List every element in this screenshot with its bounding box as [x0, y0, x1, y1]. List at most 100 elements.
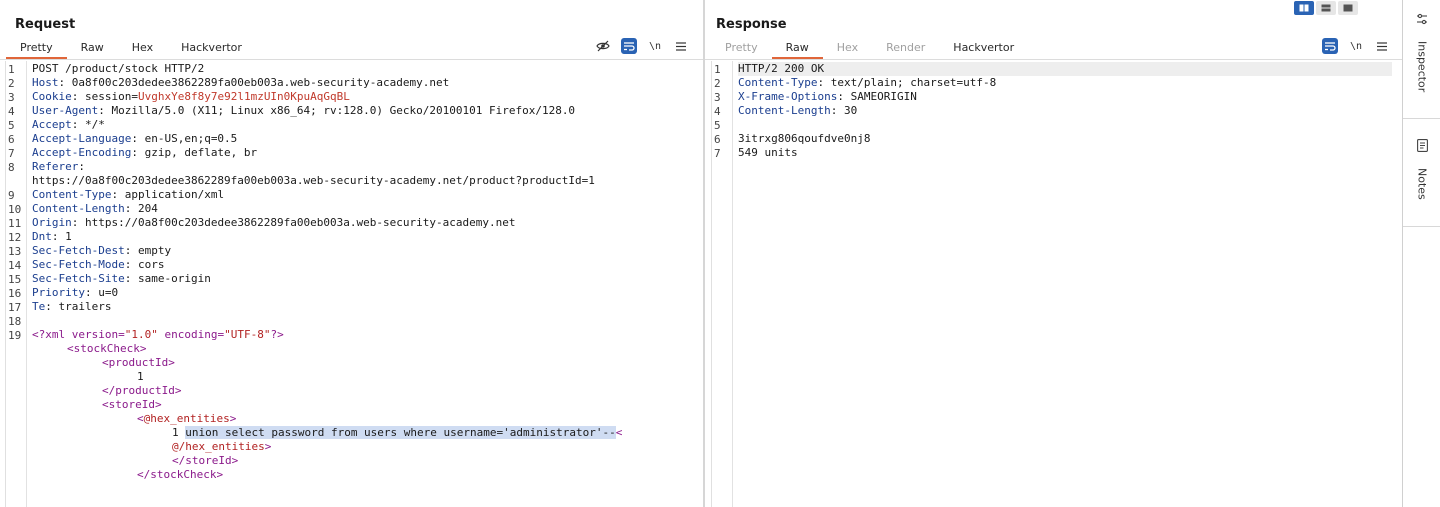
tab-pretty[interactable]: Pretty: [711, 38, 772, 59]
current-line-highlight: [738, 62, 1392, 76]
header-key: Sec-Fetch-Dest: [32, 244, 125, 257]
tab-render[interactable]: Render: [872, 38, 939, 59]
line-number: 9: [8, 189, 15, 202]
newline-toggle[interactable]: \n: [647, 38, 663, 54]
response-editor[interactable]: 1 2 3 4 5 6 7 HTTP/2 200 OK Content-Type…: [711, 61, 1402, 507]
header-key: Cookie: [32, 90, 72, 103]
header-key: Accept-Encoding: [32, 146, 132, 159]
gutter-divider: [26, 61, 27, 507]
tab-hackvertor[interactable]: Hackvertor: [167, 38, 256, 59]
header-line: Content-Length: 204: [32, 202, 158, 216]
request-pane: Request Pretty Raw Hex Hackvertor \n 1 2…: [0, 0, 703, 507]
header-key: X-Frame-Options: [738, 90, 838, 103]
xml-punct: <: [137, 412, 144, 425]
tab-hex[interactable]: Hex: [118, 38, 167, 59]
eye-slash-icon[interactable]: [595, 38, 611, 54]
line-number: 15: [8, 273, 22, 286]
line-number: 5: [714, 119, 721, 132]
request-title: Request: [15, 17, 76, 32]
tab-divider: [0, 59, 703, 60]
response-pane: Response Pretty Raw Hex Render Hackverto…: [705, 0, 1402, 507]
header-line: Content-Type: text/plain; charset=utf-8: [738, 76, 996, 90]
tab-raw[interactable]: Raw: [771, 38, 823, 59]
header-key: Content-Type: [32, 188, 112, 201]
body-text: 549 units: [738, 146, 798, 159]
body-text: 3itrxg806qoufdve0nj8: [738, 132, 871, 145]
header-value: : 204: [124, 202, 158, 215]
xml-punct: >: [139, 342, 147, 355]
sidebar-item-inspector[interactable]: Inspector: [1403, 10, 1440, 92]
header-value: : text/plain; charset=utf-8: [817, 76, 997, 89]
header-value: : session=: [71, 90, 138, 103]
newline-toggle[interactable]: \n: [1348, 38, 1364, 54]
header-key: Accept: [32, 118, 72, 131]
wrap-icon[interactable]: [621, 38, 637, 54]
request-editor[interactable]: 1 2 3 4 5 6 7 8 9 10 11 12 13 14 15 16 1…: [5, 61, 703, 507]
header-value: https://0a8f00c203dedee3862289fa00eb003a…: [32, 174, 595, 187]
line-number: 17: [8, 301, 22, 314]
header-line: Content-Type: application/xml: [32, 188, 224, 202]
request-line-text: POST /product/stock HTTP/2: [32, 62, 205, 75]
header-key: Dnt: [32, 230, 52, 243]
single-icon[interactable]: [1338, 1, 1358, 15]
layout-switch: [1294, 1, 1358, 15]
sidebar-item-label: Inspector: [1415, 41, 1429, 93]
xml-tag-name: @/hex_entities: [172, 440, 265, 453]
gutter-divider: [732, 61, 733, 507]
tab-pretty[interactable]: Pretty: [6, 38, 67, 59]
xml-line: </storeId>: [172, 454, 238, 468]
tab-hackvertor[interactable]: Hackvertor: [939, 38, 1028, 59]
menu-icon[interactable]: [1374, 38, 1390, 54]
line-number: 13: [8, 245, 22, 258]
side-by-side-icon[interactable]: [1294, 1, 1314, 15]
xml-punct: <: [67, 342, 74, 355]
header-line: Cookie: session=UvghxYe8f8y7e92l1mzUIn0K…: [32, 90, 350, 104]
xml-tag-name: stockCheck: [73, 342, 140, 355]
xml-line: <@hex_entities>: [137, 412, 236, 426]
response-title: Response: [716, 17, 787, 32]
header-value: : Mozilla/5.0 (X11; Linux x86_64; rv:128…: [98, 104, 576, 117]
stacked-icon[interactable]: [1316, 1, 1336, 15]
header-key: Content-Length: [738, 104, 831, 117]
wrap-icon[interactable]: [1322, 38, 1338, 54]
line-number: 7: [714, 147, 721, 160]
header-value: : en-US,en;q=0.5: [131, 132, 238, 145]
xml-text: 1: [172, 426, 186, 439]
xml-tag-name: xml: [45, 328, 66, 341]
line-number: 1: [714, 63, 721, 76]
header-line: Sec-Fetch-Site: same-origin: [32, 272, 211, 286]
xml-line: </productId>: [102, 384, 181, 398]
header-key: Origin: [32, 216, 72, 229]
xml-punct: <: [615, 426, 623, 439]
xml-punct: <?: [32, 328, 46, 341]
line-number: 3: [714, 91, 721, 104]
xml-declaration: <?xml version="1.0" encoding="UTF-8"?>: [32, 328, 284, 342]
line-number: 14: [8, 259, 22, 272]
status-line-text: HTTP/2 200 OK: [738, 62, 825, 75]
right-sidebar: Inspector Notes: [1402, 0, 1440, 507]
header-value: : SAMEORIGIN: [837, 90, 917, 103]
line-number: 11: [8, 217, 22, 230]
note-icon: [1416, 137, 1428, 156]
header-value: : 30: [830, 104, 858, 117]
xml-punct: >: [216, 468, 224, 481]
header-line: Accept-Language: en-US,en;q=0.5: [32, 132, 237, 146]
header-value: : https://0a8f00c203dedee3862289fa00eb00…: [71, 216, 516, 229]
xml-string: "UTF-8": [224, 328, 271, 341]
sidebar-divider: [1403, 118, 1440, 119]
line-number: 6: [8, 133, 15, 146]
header-line: Sec-Fetch-Dest: empty: [32, 244, 171, 258]
header-key: Host: [32, 76, 59, 89]
xml-punct: >: [174, 384, 182, 397]
header-line: Sec-Fetch-Mode: cors: [32, 258, 164, 272]
menu-icon[interactable]: [673, 38, 689, 54]
tab-raw[interactable]: Raw: [67, 38, 118, 59]
header-value: :: [78, 160, 85, 173]
line-number: 10: [8, 203, 22, 216]
line-number: 3: [8, 91, 15, 104]
xml-punct: <: [102, 356, 109, 369]
sidebar-item-notes[interactable]: Notes: [1403, 137, 1440, 200]
tab-hex[interactable]: Hex: [823, 38, 872, 59]
selected-payload[interactable]: union select password from users where u…: [185, 426, 616, 439]
body-line: 549 units: [738, 146, 798, 160]
